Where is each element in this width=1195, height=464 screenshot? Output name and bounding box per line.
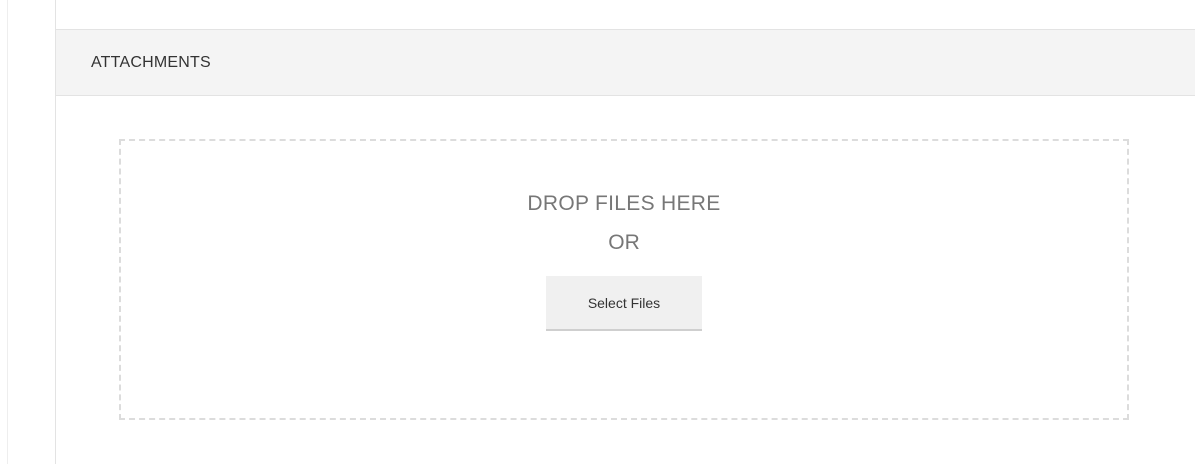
select-files-button[interactable]: Select Files xyxy=(546,276,702,331)
attachments-body: DROP FILES HERE OR Select Files xyxy=(56,96,1195,464)
page-left-divider xyxy=(7,0,8,464)
file-dropzone[interactable]: DROP FILES HERE OR Select Files xyxy=(119,139,1129,420)
attachments-panel: ATTACHMENTS DROP FILES HERE OR Select Fi… xyxy=(55,0,1195,464)
dropzone-text-drop: DROP FILES HERE xyxy=(527,192,721,215)
panel-top-spacer xyxy=(56,0,1195,30)
dropzone-text-or: OR xyxy=(608,231,640,254)
attachments-title: ATTACHMENTS xyxy=(91,53,211,71)
attachments-header: ATTACHMENTS xyxy=(56,30,1195,96)
